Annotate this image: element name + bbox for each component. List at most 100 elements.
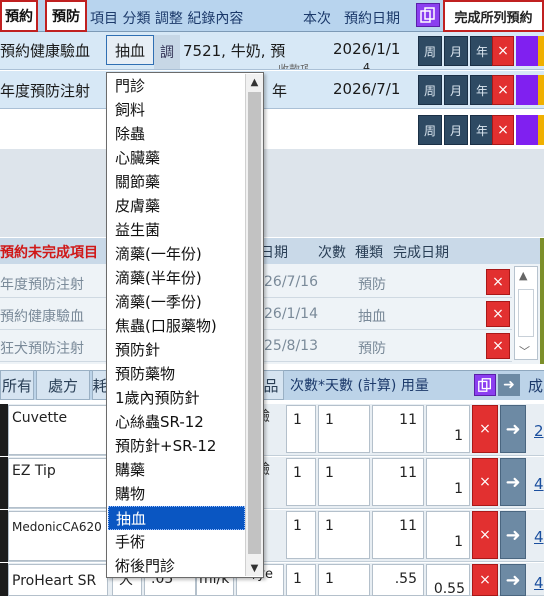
item-row-2-delete-icon[interactable]: × [472, 458, 498, 506]
pending-row-2-date: 26/1/14 [264, 306, 318, 322]
dropdown-scrollbar[interactable]: ▲ ▼ [245, 74, 263, 576]
dropdown-option[interactable]: 滴藥(一年份) [108, 242, 245, 266]
item-row-2-marker [0, 457, 8, 509]
dropdown-option-selected[interactable]: 抽血 [108, 506, 245, 530]
row2-week-button[interactable]: 周 [418, 75, 442, 105]
dropdown-option[interactable]: 心絲蟲SR-12 [108, 410, 245, 434]
item-row-1-count[interactable]: 1 [286, 405, 316, 453]
tab-prescription[interactable]: 處方 [36, 370, 90, 400]
dropdown-option[interactable]: 預防針 [108, 338, 245, 362]
row2-purple-button[interactable] [516, 75, 538, 105]
item-row-1-link[interactable]: 2 [534, 422, 544, 440]
pending-row-1-delete-icon[interactable]: × [486, 269, 510, 295]
dropdown-option[interactable]: 心臟藥 [108, 146, 245, 170]
row1-year-button[interactable]: 年 [470, 36, 494, 66]
item-row-3-link[interactable]: 4 [534, 528, 544, 546]
row3-week-button[interactable]: 周 [418, 115, 442, 145]
tab-prevention[interactable]: 預防 [45, 0, 87, 32]
item-row-4-days[interactable]: 1 [318, 564, 370, 596]
item-row-4-forward-icon[interactable]: ➜ [500, 564, 526, 596]
item-row-4-link[interactable]: 4 [534, 574, 544, 592]
pending-row-1-type: 預防 [358, 277, 386, 293]
items-copy-icon[interactable] [474, 374, 496, 396]
scroll-thumb[interactable] [518, 289, 534, 337]
row3-year-button[interactable]: 年 [470, 115, 494, 145]
dropdown-option[interactable]: 飼料 [108, 98, 245, 122]
adjust-button[interactable]: 調 [154, 35, 180, 69]
complete-all-button[interactable]: 完成所列預約 [443, 0, 544, 32]
scroll-down-icon[interactable]: ﹀ [519, 343, 530, 359]
row2-delete-icon[interactable]: × [492, 75, 514, 105]
pending-row-2-delete-icon[interactable]: × [486, 301, 510, 327]
tab-all[interactable]: 所有 [0, 370, 34, 400]
right-edge-bar [540, 238, 544, 364]
dropdown-option[interactable]: 益生菌 [108, 218, 245, 242]
item-row-3-delete-icon[interactable]: × [472, 511, 498, 559]
dropdown-option[interactable]: 預防藥物 [108, 362, 245, 386]
row3-purple-button[interactable] [516, 115, 538, 145]
item-row-3-name[interactable]: MedonicCA620 [8, 511, 108, 561]
dropdown-option[interactable]: 購物 [108, 482, 245, 506]
item-row-1-name[interactable]: Cuvette [8, 405, 108, 455]
dropdown-option[interactable]: 滴藥(一季份) [108, 290, 245, 314]
dropdown-option[interactable]: 焦蟲(口服藥物) [108, 314, 245, 338]
item-row-2-days[interactable]: 1 [318, 458, 370, 506]
item-row-3-count[interactable]: 1 [286, 511, 316, 559]
dropdown-option[interactable]: 門診 [108, 74, 245, 98]
dropdown-option[interactable]: 除蟲 [108, 122, 245, 146]
row3-month-button[interactable]: 月 [444, 115, 468, 145]
item-row-1-forward-icon[interactable]: ➜ [500, 405, 526, 453]
scroll-up-icon[interactable]: ▲ [519, 269, 527, 282]
dropdown-option[interactable]: 購藥 [108, 458, 245, 482]
row2-year-button[interactable]: 年 [470, 75, 494, 105]
dropdown-scroll-down-icon[interactable]: ▼ [246, 560, 263, 576]
row3-yellow-button[interactable] [538, 115, 544, 145]
item-row-2-qty[interactable]: 1 [426, 458, 470, 506]
item-row-4-count[interactable]: 1 [286, 564, 316, 596]
pending-row-3-date: 25/8/13 [264, 338, 318, 354]
dropdown-option[interactable]: 1歲內預防針 [108, 386, 245, 410]
item-row-4-qty[interactable]: 0.55 [426, 564, 470, 596]
category-dropdown[interactable]: 門診 飼料 除蟲 心臟藥 關節藥 皮膚藥 益生菌 滴藥(一年份) 滴藥(半年份)… [106, 72, 264, 578]
item-row-2-link[interactable]: 4 [534, 475, 544, 493]
item-row-1-qty[interactable]: 1 [426, 405, 470, 453]
row1-week-button[interactable]: 周 [418, 36, 442, 66]
category-select[interactable]: 抽血 [106, 35, 154, 65]
row2-month-button[interactable]: 月 [444, 75, 468, 105]
dropdown-option[interactable]: 關節藥 [108, 170, 245, 194]
tab-appointment[interactable]: 預約 [0, 0, 38, 32]
item-row-2-name[interactable]: EZ Tip [8, 458, 108, 508]
dropdown-option[interactable]: 術後門診 [108, 554, 245, 578]
row2-date[interactable]: 2026/7/1 [333, 80, 400, 98]
row2-content[interactable]: 年 [272, 80, 287, 101]
item-row-3-forward-icon[interactable]: ➜ [500, 511, 526, 559]
dropdown-option[interactable]: 皮膚藥 [108, 194, 245, 218]
item-row-1-delete-icon[interactable]: × [472, 405, 498, 453]
row2-yellow-button[interactable] [538, 75, 544, 105]
row1-content[interactable]: 7521, 牛奶, 預 [183, 40, 293, 61]
dropdown-option[interactable]: 滴藥(半年份) [108, 266, 245, 290]
items-complete-label: 成 [528, 377, 544, 395]
dropdown-option[interactable]: 預防針+SR-12 [108, 434, 245, 458]
copy-icon[interactable] [416, 3, 440, 27]
item-row-2-count[interactable]: 1 [286, 458, 316, 506]
row1-purple-button[interactable] [516, 36, 538, 66]
dropdown-option[interactable]: 手術 [108, 530, 245, 554]
pending-scrollbar[interactable]: ▲ ﹀ [514, 266, 538, 360]
dropdown-scroll-thumb[interactable] [248, 92, 261, 554]
item-row-1-days[interactable]: 1 [318, 405, 370, 453]
item-row-4-delete-icon[interactable]: × [472, 564, 498, 596]
item-row-4-name[interactable]: ProHeart SR [8, 564, 108, 596]
item-row-2-forward-icon[interactable]: ➜ [500, 458, 526, 506]
item-row-3-qty[interactable]: 1 [426, 511, 470, 559]
row1-yellow-button[interactable] [538, 36, 544, 66]
items-forward-icon[interactable]: ➜ [498, 374, 520, 396]
row3-delete-icon[interactable]: × [492, 115, 514, 145]
item-row-3-days[interactable]: 1 [318, 511, 370, 559]
row1-delete-icon[interactable]: × [492, 36, 514, 66]
dropdown-scroll-up-icon[interactable]: ▲ [246, 74, 263, 90]
row1-date[interactable]: 2026/1/1 [333, 40, 400, 58]
item-row-1-calc: 11 [372, 405, 424, 453]
pending-row-3-delete-icon[interactable]: × [486, 333, 510, 359]
row1-month-button[interactable]: 月 [444, 36, 468, 66]
